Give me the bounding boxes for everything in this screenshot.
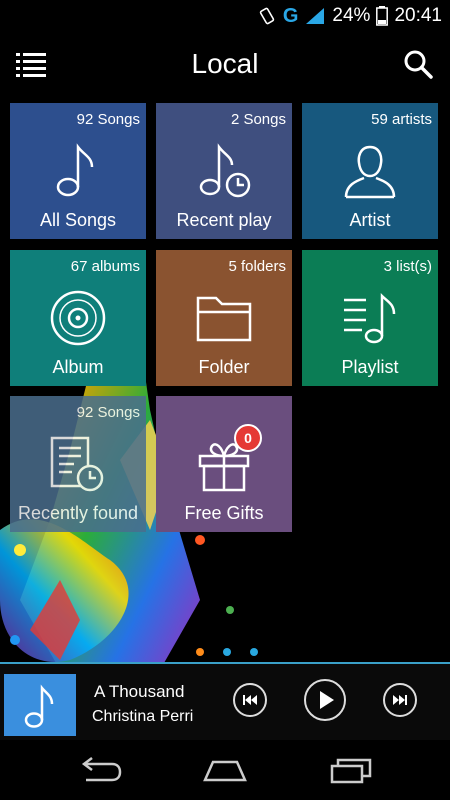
music-note-icon xyxy=(24,684,54,728)
notification-badge: 0 xyxy=(234,424,262,452)
battery-percent: 24% xyxy=(332,5,371,26)
tile-all-songs[interactable]: 92 Songs All Songs xyxy=(10,103,146,239)
page-indicator xyxy=(196,648,258,656)
page-dot[interactable] xyxy=(223,648,231,656)
next-button[interactable] xyxy=(383,683,417,717)
play-button[interactable] xyxy=(304,679,346,721)
tile-recent-play[interactable]: 2 Songs Recent play xyxy=(156,103,292,239)
tile-count: 92 Songs xyxy=(76,404,140,421)
tile-folder[interactable]: 5 folders Folder xyxy=(156,250,292,386)
song-artist: Christina Perri xyxy=(92,708,194,725)
recently-found-icon xyxy=(50,436,104,492)
tile-label: Playlist xyxy=(341,357,399,377)
previous-button[interactable] xyxy=(233,683,267,717)
album-cover[interactable] xyxy=(4,674,76,736)
tile-label: Free Gifts xyxy=(184,503,264,523)
next-icon xyxy=(393,695,407,705)
divider xyxy=(0,662,450,664)
status-icons: G 24% 20:41 xyxy=(257,4,442,28)
vibrate-icon xyxy=(259,7,275,25)
recents-icon xyxy=(330,758,372,784)
network-type: G xyxy=(282,4,299,27)
play-icon xyxy=(320,691,334,709)
tile-recently-found[interactable]: 92 Songs Recently found xyxy=(10,396,146,532)
music-note-icon xyxy=(56,143,94,197)
home-icon xyxy=(203,760,247,782)
search-icon xyxy=(404,50,433,79)
previous-icon xyxy=(243,695,257,705)
playlist-icon xyxy=(344,292,396,344)
page-dot[interactable] xyxy=(250,648,258,656)
signal-icon xyxy=(306,8,325,24)
disc-icon xyxy=(50,290,106,346)
status-bar: G 24% 20:41 xyxy=(0,0,450,32)
tile-label: Artist xyxy=(349,210,391,230)
app-bar: Local xyxy=(0,32,450,96)
system-nav-bar xyxy=(0,740,450,800)
tile-count: 5 folders xyxy=(228,258,286,275)
tile-count: 67 albums xyxy=(70,258,140,275)
tile-count: 3 list(s) xyxy=(383,258,432,275)
tile-label: Recently found xyxy=(17,503,139,523)
person-icon xyxy=(344,145,396,199)
page-dot-active[interactable] xyxy=(196,648,204,656)
tile-label: Folder xyxy=(198,357,250,377)
search-button[interactable] xyxy=(402,48,434,80)
battery-icon xyxy=(376,6,389,26)
back-icon xyxy=(81,757,122,782)
now-playing-bar[interactable]: A Thousand Christina Perri xyxy=(0,662,450,740)
tile-count: 2 Songs xyxy=(230,111,286,128)
folder-icon xyxy=(196,296,252,342)
tile-label: Recent play xyxy=(176,210,272,230)
tile-playlist[interactable]: 3 list(s) Playlist xyxy=(302,250,438,386)
back-button[interactable] xyxy=(76,756,124,784)
tile-label: Album xyxy=(52,357,104,377)
song-title: A Thousand xyxy=(94,682,185,701)
recents-button[interactable] xyxy=(328,756,376,784)
recent-play-icon xyxy=(199,143,251,198)
tile-count: 59 artists xyxy=(371,111,432,128)
page-title: Local xyxy=(191,48,259,79)
home-button[interactable] xyxy=(201,756,249,784)
clock: 20:41 xyxy=(394,5,442,26)
tile-album[interactable]: 67 albums Album xyxy=(10,250,146,386)
tile-free-gifts[interactable]: 0 Free Gifts xyxy=(156,396,292,532)
tile-label: All Songs xyxy=(39,210,117,230)
tile-artist[interactable]: 59 artists Artist xyxy=(302,103,438,239)
tile-count: 92 Songs xyxy=(76,111,140,128)
